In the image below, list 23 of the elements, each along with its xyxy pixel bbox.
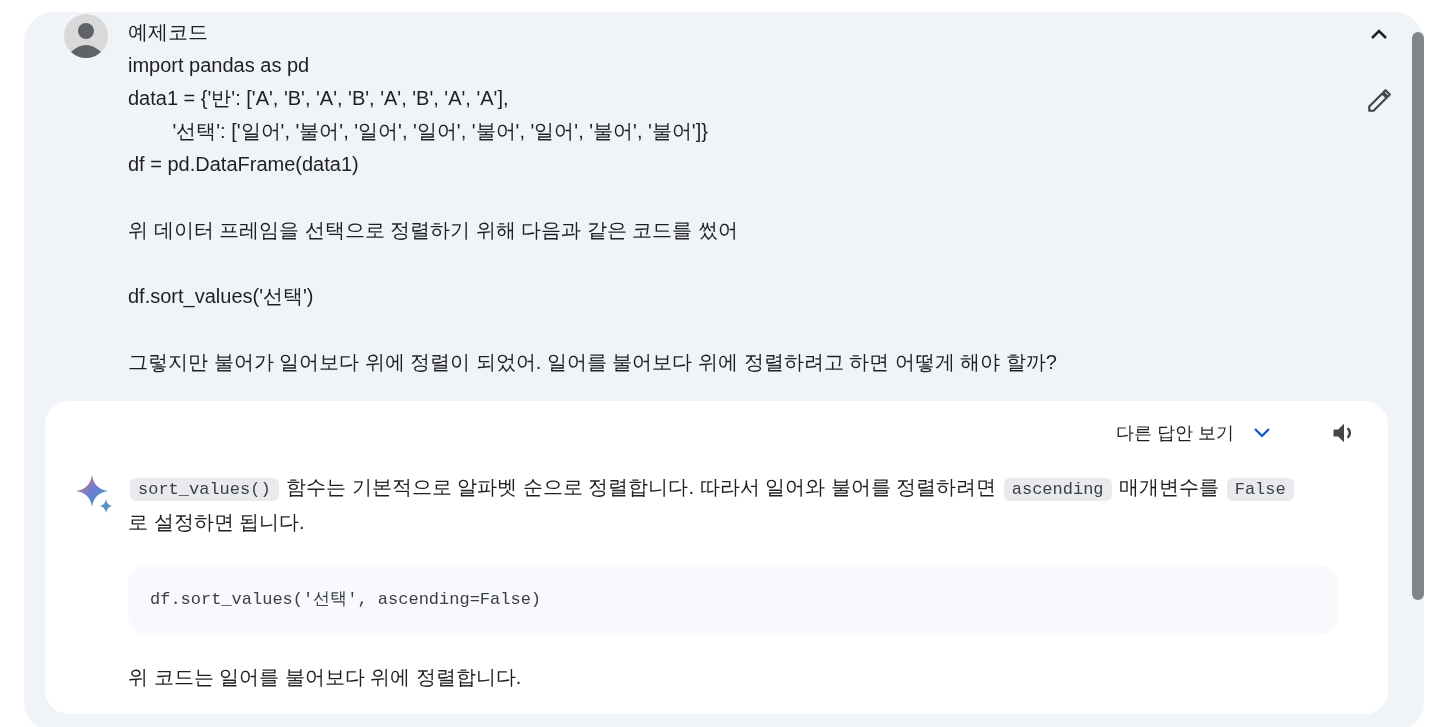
inline-code: ascending (1003, 478, 1112, 501)
answer-text: 로 설정하면 됩니다. (128, 511, 305, 533)
prompt-line: 그렇지만 불어가 일어보다 위에 정렬이 되었어. 일어를 불어보다 위에 정렬하려고 하면 어떻게 해야 할까? (128, 350, 1058, 375)
chevron-down-icon (1252, 427, 1272, 439)
prompt-line: df.sort_values('선택') (128, 284, 315, 310)
edit-icon (1366, 88, 1392, 114)
inline-code: sort_values() (130, 478, 279, 501)
answer-text: 매개변수를 (1118, 476, 1221, 498)
answer-text: 위 코드는 일어를 불어보다 위에 정렬합니다. (128, 665, 522, 688)
scrollbar-thumb[interactable] (1412, 32, 1424, 600)
answer-text: 함수는 기본적으로 알파벳 순으로 정렬합니다. 따라서 일어와 불어를 정렬하려면 (285, 476, 998, 498)
prompt-line: df = pd.DataFrame(data1) (128, 152, 360, 177)
drafts-button[interactable]: 다른 답안 보기 (1116, 419, 1272, 447)
code-block: df.sort_values('선택', ascending=False) (128, 565, 1338, 635)
prompt-line: data1 = {'반': ['A', 'B', 'A', 'B', 'A', 'B', 'A', 'A'], (128, 86, 510, 111)
prompt-line: '선택': ['일어', '불어', '일어', '일어', '불어', '일어', '불어', '불어']} (171, 119, 709, 144)
inline-code: False (1226, 478, 1294, 501)
sparkle-icon (76, 475, 112, 513)
chevron-up-icon (1370, 28, 1388, 40)
prompt-line: import pandas as pd (128, 53, 311, 78)
avatar-icon (64, 14, 108, 58)
prompt-line: 예제코드 (128, 20, 209, 45)
prompt-line: 위 데이터 프레임을 선택으로 정렬하기 위해 다음과 같은 코드를 썼어 (128, 218, 739, 243)
